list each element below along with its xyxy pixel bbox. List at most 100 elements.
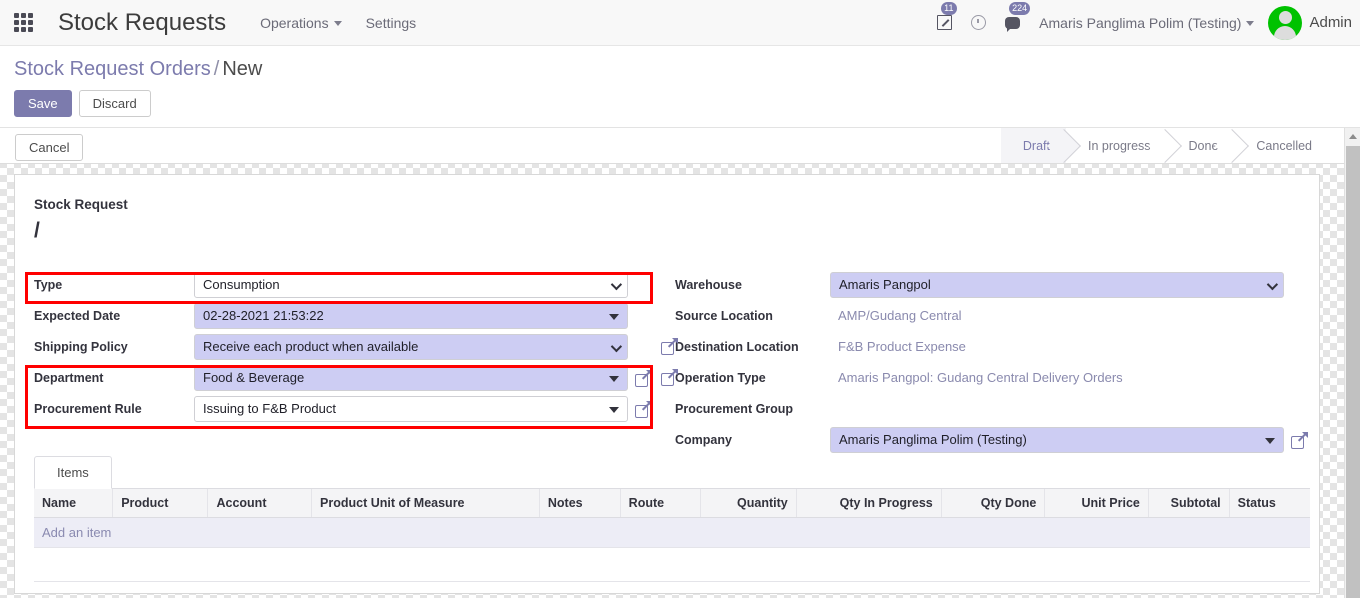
breadcrumb: Stock Request Orders / New: [14, 58, 262, 81]
page-title: Stock Request: [34, 197, 128, 212]
field-row-source-location: Source Location AMP/Gudang Central: [670, 302, 1310, 330]
source-location-value: AMP/Gudang Central: [838, 308, 962, 323]
field-row-type: Type Consumption: [29, 271, 654, 299]
field-wrapper-procurement-rule: Issuing to F&B Product: [194, 396, 628, 422]
field-wrapper-warehouse: Amaris Pangpol: [830, 272, 1284, 298]
column-header-product-uom[interactable]: Product Unit of Measure: [311, 489, 540, 518]
menu-operations[interactable]: Operations: [248, 0, 353, 46]
empty-row: [34, 547, 1310, 582]
external-link-icon-procurement-group[interactable]: [661, 369, 678, 386]
clock-button[interactable]: [961, 0, 995, 46]
procurement-rule-input[interactable]: Issuing to F&B Product: [194, 396, 628, 422]
field-row-shipping-policy: Shipping Policy Receive each product whe…: [29, 333, 654, 361]
status-stepper: Draft In progress Done Cancelled: [1000, 128, 1328, 163]
items-table-header-row: Name Product Account Product Unit of Mea…: [34, 489, 1310, 518]
discard-button[interactable]: Discard: [78, 90, 151, 117]
expected-date-input[interactable]: 02-28-2021 21:53:22: [194, 303, 628, 329]
user-menu-label[interactable]: Admin: [1309, 14, 1352, 31]
column-header-account[interactable]: Account: [207, 489, 313, 518]
app-brand-title: Stock Requests: [58, 8, 227, 36]
destination-location-value: F&B Product Expense: [838, 339, 966, 354]
external-link-icon-procurement-rule[interactable]: [635, 400, 652, 418]
navbar-right-group: 11 224 Amaris Panglima Polim (Testing) A…: [927, 0, 1360, 46]
field-label-expected-date: Expected Date: [34, 309, 121, 323]
breadcrumb-current: New: [222, 58, 263, 80]
save-button[interactable]: Save: [14, 90, 72, 117]
activities-button[interactable]: 11: [927, 0, 961, 46]
cancel-button[interactable]: Cancel: [15, 134, 84, 161]
external-link-icon-department[interactable]: [635, 369, 652, 387]
field-row-company: Company Amaris Panglima Polim (Testing): [670, 426, 1310, 454]
field-label-department: Department: [34, 371, 104, 385]
control-panel: Stock Request Orders / New Save Discard: [0, 46, 1360, 128]
column-header-product[interactable]: Product: [112, 489, 209, 518]
column-header-qty-done[interactable]: Qty Done: [941, 489, 1046, 518]
field-row-operation-type: Operation Type Amaris Pangpol: Gudang Ce…: [670, 364, 1310, 392]
avatar[interactable]: [1268, 5, 1303, 40]
field-wrapper-expected-date: 02-28-2021 21:53:22: [194, 303, 628, 329]
field-label-operation-type: Operation Type: [675, 371, 766, 385]
field-label-company: Company: [675, 433, 732, 447]
add-an-item-link[interactable]: Add an item: [34, 517, 1310, 548]
warehouse-select[interactable]: Amaris Pangpol: [830, 272, 1284, 298]
record-action-buttons: Save Discard: [14, 90, 151, 117]
external-link-icon-company[interactable]: [1291, 431, 1308, 449]
add-item-row[interactable]: Add an item: [34, 517, 1310, 548]
column-header-status[interactable]: Status: [1229, 489, 1310, 518]
column-header-notes[interactable]: Notes: [539, 489, 621, 518]
form-status-bar: Cancel Draft In progress Done Cancelled: [0, 128, 1344, 164]
scrollbar-thumb[interactable]: [1346, 146, 1360, 598]
tab-items[interactable]: Items: [34, 456, 112, 489]
link-slot-procurement-rule: [628, 400, 654, 418]
items-table-body: Add an item: [34, 517, 1310, 582]
field-wrapper-destination-location: F&B Product Expense: [830, 334, 1284, 360]
notebook-tabs: Items: [34, 453, 1310, 489]
field-label-warehouse: Warehouse: [675, 278, 742, 292]
chevron-down-icon: [1246, 21, 1255, 27]
field-row-procurement-group: Procurement Group: [670, 395, 1310, 423]
menu-operations-label: Operations: [260, 14, 329, 31]
note-edit-icon: [936, 15, 952, 30]
status-step-draft[interactable]: Draft: [1000, 128, 1066, 163]
company-switcher[interactable]: Amaris Panglima Polim (Testing): [1039, 15, 1255, 31]
breadcrumb-root[interactable]: Stock Request Orders: [14, 58, 211, 80]
field-row-department: Department Food & Beverage: [29, 364, 654, 392]
notebook: Items Name Product Account Product Unit …: [34, 453, 1310, 582]
form-column-right: Warehouse Amaris Pangpol Source Location…: [670, 271, 1310, 457]
apps-menu-button[interactable]: [0, 0, 46, 46]
field-wrapper-source-location: AMP/Gudang Central: [830, 303, 1284, 329]
field-label-shipping-policy: Shipping Policy: [34, 340, 128, 354]
scroll-up-arrow-icon[interactable]: [1345, 128, 1360, 144]
column-header-qty-in-progress[interactable]: Qty In Progress: [796, 489, 942, 518]
field-row-procurement-rule: Procurement Rule Issuing to F&B Product: [29, 395, 654, 423]
menu-settings[interactable]: Settings: [354, 0, 429, 46]
type-select[interactable]: Consumption: [194, 272, 628, 298]
empty-row-cell: [34, 547, 1310, 582]
field-row-destination-location: Destination Location F&B Product Expense: [670, 333, 1310, 361]
messages-button[interactable]: 224: [995, 0, 1031, 46]
form-sheet: Stock Request / Type Consumption Expecte…: [14, 174, 1320, 594]
column-header-name[interactable]: Name: [34, 489, 114, 518]
items-table: Name Product Account Product Unit of Mea…: [34, 489, 1310, 582]
operation-type-value: Amaris Pangpol: Gudang Central Delivery …: [838, 370, 1123, 385]
column-header-route[interactable]: Route: [620, 489, 702, 518]
odoo-application-window: Stock Requests Operations Settings 11 22…: [0, 0, 1360, 598]
external-link-icon-operation-type[interactable]: [661, 338, 678, 355]
field-label-procurement-rule: Procurement Rule: [34, 402, 142, 416]
field-wrapper-type: Consumption: [194, 272, 628, 298]
clock-icon: [970, 15, 986, 30]
department-input[interactable]: Food & Beverage: [194, 365, 628, 391]
link-slot-company: [1284, 431, 1310, 449]
column-header-subtotal[interactable]: Subtotal: [1148, 489, 1230, 518]
column-header-quantity[interactable]: Quantity: [700, 489, 797, 518]
company-input[interactable]: Amaris Panglima Polim (Testing): [830, 427, 1284, 453]
vertical-scrollbar[interactable]: [1344, 128, 1360, 598]
apps-grid-icon: [13, 13, 33, 32]
link-slot-department: [628, 369, 654, 387]
field-label-type: Type: [34, 278, 63, 292]
field-row-expected-date: Expected Date 02-28-2021 21:53:22: [29, 302, 654, 330]
field-label-destination-location: Destination Location: [675, 340, 799, 354]
activities-badge: 11: [941, 1, 957, 15]
column-header-unit-price[interactable]: Unit Price: [1044, 489, 1149, 518]
shipping-policy-select[interactable]: Receive each product when available: [194, 334, 628, 360]
